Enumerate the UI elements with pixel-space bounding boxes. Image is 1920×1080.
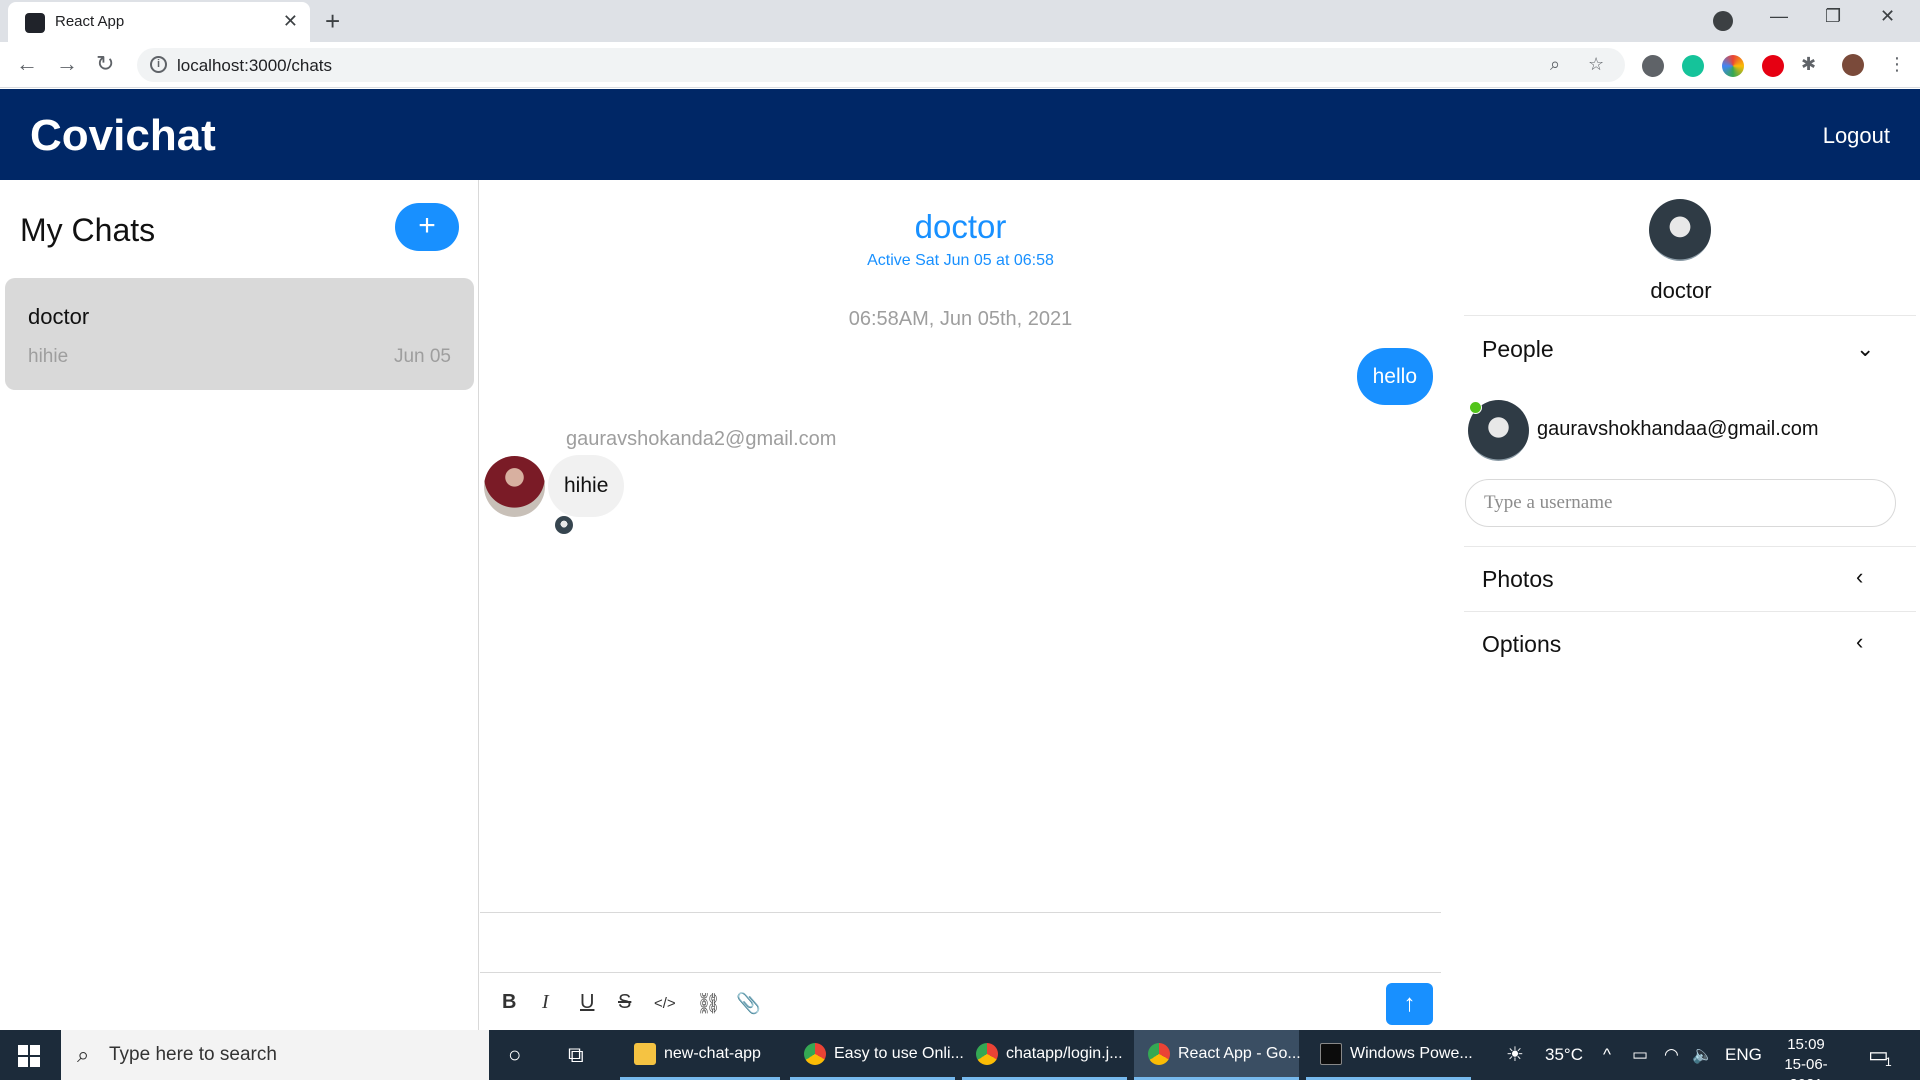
chat-card-date: Jun 05 <box>393 346 451 367</box>
url-text[interactable]: localhost:3000/chats <box>177 56 332 76</box>
chevron-up-icon[interactable]: ^ <box>1603 1045 1611 1065</box>
attachment-icon[interactable]: 📎 <box>736 991 761 1016</box>
back-icon[interactable]: ← <box>16 51 38 77</box>
message-input[interactable] <box>480 913 1441 973</box>
weather-temp[interactable]: 35°C <box>1545 1045 1583 1065</box>
italic-icon[interactable]: I <box>542 991 549 1014</box>
chevron-left-icon[interactable]: ‹ <box>1856 629 1863 655</box>
taskbar-app[interactable]: new-chat-app <box>620 1030 780 1080</box>
read-receipt-avatar <box>555 516 573 534</box>
extension-speed-icon[interactable] <box>1642 55 1664 77</box>
forward-icon[interactable]: → <box>56 51 78 77</box>
taskbar-app[interactable]: Windows Powe... <box>1306 1030 1473 1080</box>
chat-title: doctor <box>914 208 1007 245</box>
divider <box>1464 546 1916 547</box>
menu-kebab-icon[interactable]: ⋮ <box>1888 54 1906 75</box>
tab-search-icon[interactable] <box>1713 11 1733 31</box>
reload-icon[interactable]: ↻ <box>96 51 114 77</box>
message-sender: gauravshokanda2@gmail.com <box>566 428 837 450</box>
strikethrough-icon[interactable]: S <box>618 991 631 1014</box>
chevron-down-icon[interactable]: ⌄ <box>1856 336 1874 362</box>
tab-title: React App <box>55 13 125 30</box>
volume-icon[interactable]: 🔈 <box>1692 1045 1713 1065</box>
wifi-icon[interactable]: ◠ <box>1664 1045 1679 1065</box>
logout-button[interactable]: Logout <box>1823 123 1890 149</box>
clock-time: 15:09 <box>1787 1036 1825 1053</box>
bold-icon[interactable]: B <box>502 991 516 1014</box>
restore-icon[interactable]: ❐ <box>1825 6 1841 27</box>
weather-icon[interactable]: ☀ <box>1506 1042 1524 1067</box>
chrome-icon <box>1148 1043 1170 1065</box>
taskbar-app[interactable]: chatapp/login.j... <box>962 1030 1127 1080</box>
send-button[interactable]: ↑ <box>1386 983 1433 1025</box>
online-status-dot <box>1469 401 1482 414</box>
clock-date: 15-06-2021 <box>1784 1056 1828 1080</box>
bookmark-star-icon[interactable]: ☆ <box>1588 54 1604 75</box>
chat-list-panel: My Chats + doctor hihie Jun 05 <box>0 180 479 1030</box>
underline-icon[interactable]: U <box>580 991 594 1014</box>
chat-card-title: doctor <box>28 304 90 329</box>
chat-list-title: My Chats <box>20 212 156 248</box>
options-section-label[interactable]: Options <box>1482 631 1561 658</box>
link-icon[interactable]: ⛓ <box>696 991 721 1016</box>
chat-card-preview: hihie <box>28 346 69 367</box>
taskbar-search[interactable]: ⌕ Type here to search <box>61 1030 489 1080</box>
chat-active-status: Active Sat Jun 05 at 06:58 <box>867 252 1054 269</box>
grammarly-icon[interactable] <box>1682 55 1704 77</box>
divider <box>1464 611 1916 612</box>
close-tab-icon[interactable]: ✕ <box>283 11 298 32</box>
minimize-icon[interactable]: — <box>1770 6 1788 27</box>
windows-start-icon[interactable] <box>18 1045 40 1067</box>
browser-tabstrip: React App ✕ + — ❐ ✕ <box>0 0 1920 42</box>
windows-taskbar: ⌕ Type here to search ○ ⧉ new-chat-app E… <box>0 1030 1920 1080</box>
chrome-icon <box>804 1043 826 1065</box>
their-message-bubble: hihie <box>548 455 625 517</box>
close-window-icon[interactable]: ✕ <box>1880 6 1895 27</box>
cortana-icon[interactable]: ○ <box>508 1042 521 1068</box>
chevron-left-icon[interactable]: ‹ <box>1856 564 1863 590</box>
photos-section-label[interactable]: Photos <box>1482 566 1554 593</box>
react-favicon-icon <box>25 13 45 33</box>
app-header: Covichat Logout <box>0 89 1920 180</box>
terminal-icon <box>1320 1043 1342 1065</box>
taskbar-search-text: Type here to search <box>109 1044 277 1065</box>
username-input[interactable] <box>1465 479 1896 527</box>
new-chat-button[interactable]: + <box>395 203 459 251</box>
sender-avatar <box>484 456 545 517</box>
people-section-label[interactable]: People <box>1482 336 1554 363</box>
address-bar[interactable]: i localhost:3000/chats ⌕ ☆ <box>137 48 1625 82</box>
task-view-icon[interactable]: ⧉ <box>568 1042 584 1068</box>
brand-logo: Covichat <box>30 111 216 160</box>
chrome-icon <box>976 1043 998 1065</box>
code-icon[interactable]: </> <box>654 995 676 1012</box>
my-message-bubble: hello <box>1356 348 1433 405</box>
settings-title: doctor <box>1650 278 1712 303</box>
color-picker-icon[interactable] <box>1722 55 1744 77</box>
browser-toolbar: ← → ↻ i localhost:3000/chats ⌕ ☆ ✱ ⋮ <box>0 42 1920 88</box>
profile-avatar[interactable] <box>1842 54 1864 76</box>
person-email: gauravshokhandaa@gmail.com <box>1537 418 1819 440</box>
taskbar-app[interactable]: React App - Go... <box>1134 1030 1301 1080</box>
site-info-icon[interactable]: i <box>150 56 167 73</box>
taskbar-app[interactable]: Easy to use Onli... <box>790 1030 964 1080</box>
chat-avatar <box>1649 199 1711 261</box>
new-tab-icon[interactable]: + <box>325 6 340 37</box>
folder-icon <box>634 1043 656 1065</box>
extensions-puzzle-icon[interactable]: ✱ <box>1801 54 1816 75</box>
notification-count: 1 <box>1885 1055 1892 1069</box>
message-timestamp: 06:58AM, Jun 05th, 2021 <box>848 308 1073 330</box>
chat-card[interactable]: doctor hihie Jun 05 <box>5 278 474 390</box>
opera-extension-icon[interactable] <box>1762 55 1784 77</box>
chat-feed: doctor Active Sat Jun 05 at 06:58 06:58A… <box>480 180 1441 1030</box>
zoom-icon[interactable]: ⌕ <box>1550 54 1560 75</box>
battery-icon[interactable]: ▭ <box>1632 1045 1648 1065</box>
taskbar-clock[interactable]: 15:09 15-06-2021 <box>1770 1035 1842 1080</box>
chat-settings-panel: doctor People ⌄ gauravshokhandaa@gmail.c… <box>1442 180 1920 1030</box>
search-icon: ⌕ <box>77 1042 90 1067</box>
divider <box>1464 315 1916 316</box>
language-indicator[interactable]: ENG <box>1725 1045 1762 1065</box>
browser-tab[interactable]: React App ✕ <box>8 2 310 42</box>
message-composer: B I U S </> ⛓ 📎 ↑ <box>480 912 1441 1030</box>
